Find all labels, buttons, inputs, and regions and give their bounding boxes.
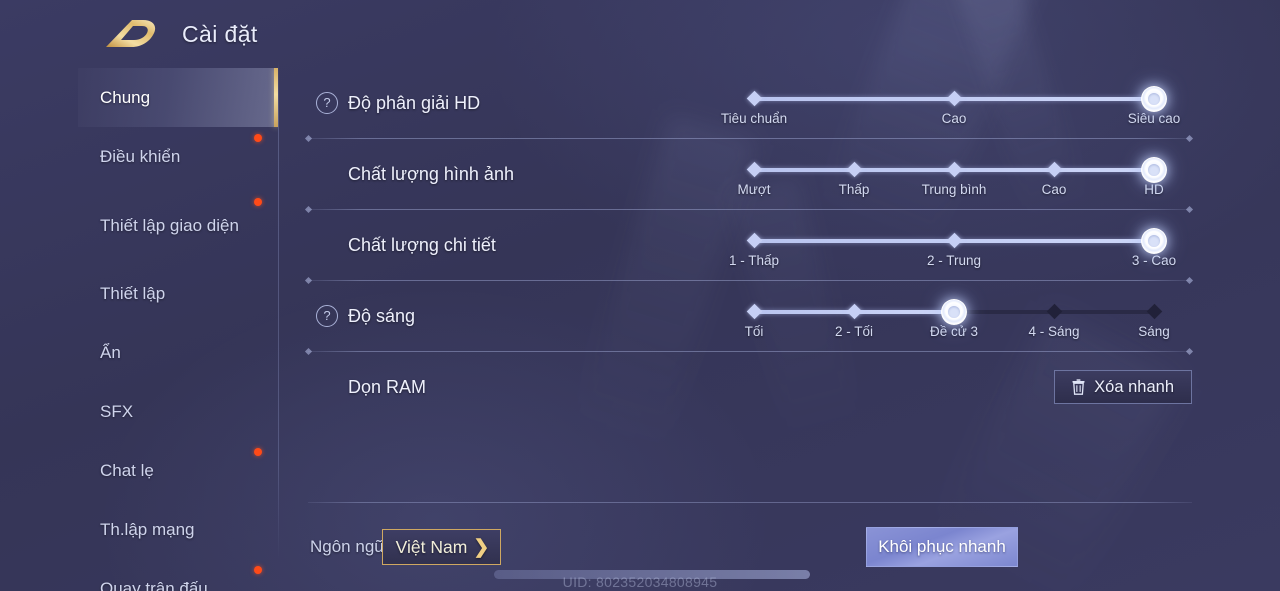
setting-row-1: ? Độ phân giải HD Tiêu chuẩn Cao Siêu cao xyxy=(300,68,1200,138)
slider-tick-label: Tối xyxy=(744,324,764,339)
quick-restore-label: Khôi phục nhanh xyxy=(878,537,1006,556)
footer-bar: Ngôn ngữ Việt Nam ❯ Khôi phục nhanh xyxy=(300,524,1200,570)
setting-label: Độ sáng xyxy=(348,305,416,326)
sidebar-item-label: Chung xyxy=(100,88,151,107)
slider-tick-label: Cao xyxy=(1041,182,1067,197)
slider-tick-label: Cao xyxy=(941,111,967,126)
app-header: Cài đặt xyxy=(0,0,1280,68)
setting-label: Dọn RAM xyxy=(348,376,427,397)
slider-thumb[interactable] xyxy=(1141,157,1167,183)
notification-badge-dot xyxy=(254,448,262,456)
slider-tick[interactable] xyxy=(1046,161,1062,178)
sidebar-item-label: Chat lẹ xyxy=(100,461,154,480)
trash-icon xyxy=(1072,379,1085,395)
sidebar-item-5[interactable]: Ẩn xyxy=(78,323,278,382)
slider-tick[interactable] xyxy=(946,161,962,178)
sidebar-item-label: Thiết lập xyxy=(100,284,166,303)
sidebar-item-7[interactable]: Chat lẹ xyxy=(78,441,278,500)
setting-row-left: Dọn RAM xyxy=(300,377,730,398)
slider-tick[interactable] xyxy=(746,232,762,249)
slider-tick-label: Trung bình xyxy=(921,182,987,197)
setting-slider[interactable]: Mượt Thấp Trung bình Cao HD xyxy=(738,146,1167,202)
slider-tick[interactable] xyxy=(946,90,962,107)
slider-tick[interactable] xyxy=(946,232,962,249)
sidebar-item-label: Th.lập mạng xyxy=(100,520,195,539)
slider-thumb[interactable] xyxy=(1141,86,1167,112)
language-value: Việt Nam xyxy=(395,536,468,557)
slider-tick[interactable] xyxy=(746,303,762,320)
setting-row-2: Chất lượng hình ảnh Mượt Thấp Trung bình Cao… xyxy=(300,139,1200,209)
setting-slider[interactable]: Tiêu chuẩn Cao Siêu cao xyxy=(721,75,1180,131)
slider-tick-label: HD xyxy=(1144,182,1164,197)
quick-clear-label: Xóa nhanh xyxy=(1094,377,1174,396)
slider-tick[interactable] xyxy=(746,161,762,178)
language-select-button[interactable]: Việt Nam ❯ xyxy=(381,529,502,565)
setting-row-3: Chất lượng chi tiết 1 - Thấp 2 - Trung 3 - … xyxy=(300,210,1200,280)
sidebar-item-2[interactable]: Điều khiển xyxy=(78,127,278,186)
sidebar-item-label: SFX xyxy=(100,402,134,421)
setting-row-right: Xóa nhanh xyxy=(1054,370,1200,404)
sidebar-item-label: Thiết lập giao diện xyxy=(100,215,239,235)
setting-row-5: Dọn RAM Xóa nhanh xyxy=(300,352,1200,422)
slider-thumb[interactable] xyxy=(1141,228,1167,254)
settings-list: ? Độ phân giải HD Tiêu chuẩn Cao Siêu cao Chấ… xyxy=(300,68,1200,508)
slider-tick-label: 4 - Sáng xyxy=(1028,324,1080,339)
slider-tick-label: Mượt xyxy=(737,182,771,197)
gold-d-logo-icon xyxy=(106,20,156,47)
sidebar-item-label: Ẩn xyxy=(100,343,121,362)
slider-tick-label: 3 - Cao xyxy=(1131,253,1177,268)
quick-clear-button[interactable]: Xóa nhanh xyxy=(1054,370,1192,404)
slider-tick-label: Sáng xyxy=(1138,324,1170,339)
sidebar: Chung Điều khiển Thiết lập giao diện Thiết … xyxy=(78,68,278,591)
sidebar-item-6[interactable]: SFX xyxy=(78,382,278,441)
slider-tick-label: 2 - Tối xyxy=(834,324,874,339)
setting-label: Chất lượng hình ảnh xyxy=(348,163,514,184)
setting-label: Độ phân giải HD xyxy=(348,92,481,113)
sidebar-divider xyxy=(278,60,279,560)
setting-row-left: Chất lượng hình ảnh xyxy=(300,164,730,185)
bottom-divider xyxy=(308,502,1192,503)
language-label: Ngôn ngữ xyxy=(310,537,386,556)
setting-row-left: ? Độ phân giải HD xyxy=(300,92,730,114)
notification-badge-dot xyxy=(254,198,262,206)
setting-row-left: ? Độ sáng xyxy=(300,305,730,327)
sidebar-item-8[interactable]: Th.lập mạng xyxy=(78,500,278,559)
sidebar-item-1[interactable]: Chung xyxy=(78,68,278,127)
slider-tick[interactable] xyxy=(1046,303,1062,320)
sidebar-item-3[interactable]: Thiết lập giao diện xyxy=(78,186,278,264)
notification-badge-dot xyxy=(254,566,262,574)
slider-tick-label: Siêu cao xyxy=(1127,111,1181,126)
sidebar-item-label: Điều khiển xyxy=(100,147,181,166)
setting-slider[interactable]: 1 - Thấp 2 - Trung 3 - Cao xyxy=(729,217,1176,273)
help-icon[interactable]: ? xyxy=(316,92,338,114)
sidebar-item-4[interactable]: Thiết lập xyxy=(78,264,278,323)
page-title: Cài đặt xyxy=(182,20,258,47)
slider-tick-label: Thấp xyxy=(838,182,870,197)
slider-tick[interactable] xyxy=(846,161,862,178)
setting-row-left: Chất lượng chi tiết xyxy=(300,235,730,256)
setting-slider[interactable]: Tối 2 - Tối Đề cử 3 4 - Sáng Sáng xyxy=(745,288,1170,344)
slider-tick[interactable] xyxy=(746,90,762,107)
slider-tick-label: Đề cử 3 xyxy=(929,324,979,339)
settings-screen: Cài đặt Chung Điều khiển Thiết lập giao di… xyxy=(0,0,1280,591)
notification-badge-dot xyxy=(254,134,262,142)
help-icon[interactable]: ? xyxy=(316,305,338,327)
setting-label: Chất lượng chi tiết xyxy=(348,234,496,255)
slider-tick-label: 1 - Thấp xyxy=(728,253,780,268)
setting-row-4: ? Độ sáng Tối 2 - Tối Đề cử 3 4 - Sáng Sáng xyxy=(300,281,1200,351)
chevron-right-icon: ❯ xyxy=(473,536,490,558)
quick-restore-button[interactable]: Khôi phục nhanh xyxy=(866,527,1018,567)
uid-text: UID: 802352034808945 xyxy=(562,574,718,590)
slider-tick[interactable] xyxy=(846,303,862,320)
slider-thumb[interactable] xyxy=(941,299,967,325)
slider-tick-label: Tiêu chuẩn xyxy=(720,111,788,126)
slider-tick[interactable] xyxy=(1146,303,1162,320)
slider-tick-label: 2 - Trung xyxy=(926,253,982,268)
